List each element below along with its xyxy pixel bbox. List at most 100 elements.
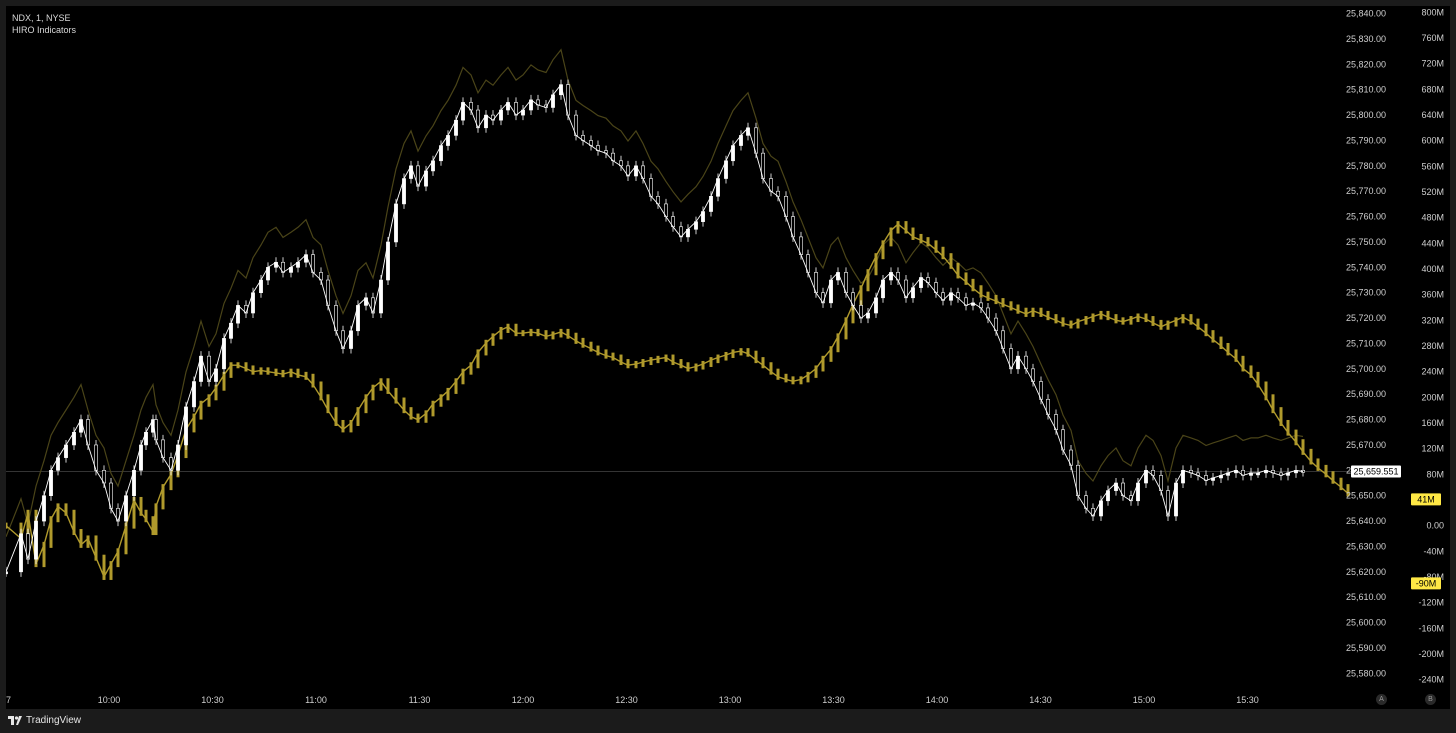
chart-svg[interactable]: 25,840.00 25,830.00 25,820.00 25,810.00 25,8…: [6, 6, 1450, 709]
hiro-bar: [514, 323, 518, 337]
hiro-bar: [581, 337, 585, 348]
price-candle: [6, 571, 8, 575]
last-price-badge-label: 25,659.551: [1353, 466, 1398, 476]
price-tick-label: 25,710.00: [1346, 338, 1386, 348]
price-tick-label: 25,670.00: [1346, 440, 1386, 450]
hiro-tick-label: 680M: [1421, 84, 1444, 94]
price-tick-label: 25,680.00: [1346, 415, 1386, 425]
hiro-bar: [1159, 319, 1163, 330]
hiro-bar: [1009, 301, 1013, 311]
price-tick-label: 25,830.00: [1346, 34, 1386, 44]
price-tick-label: 25,760.00: [1346, 212, 1386, 222]
price-tick-label: 25,690.00: [1346, 389, 1386, 399]
hiro-bar: [1144, 313, 1148, 323]
hiro-tick-label: -120M: [1418, 598, 1444, 608]
time-tick-label: 12:00: [512, 695, 535, 705]
hiro-bar: [724, 351, 728, 361]
time-tick-label: 14:30: [1029, 695, 1052, 705]
tradingview-brand[interactable]: TradingView: [8, 715, 81, 726]
hiro-tick-label: -160M: [1418, 623, 1444, 633]
hiro-tick-label: 240M: [1421, 367, 1444, 377]
time-tick-label: 10:30: [201, 695, 224, 705]
hiro-bar: [1129, 316, 1133, 325]
hiro-bar: [1031, 307, 1035, 317]
price-tick-label: 25,800.00: [1346, 110, 1386, 120]
hiro-shadow-line: [6, 48, 1304, 538]
scale-mode-button[interactable]: B: [1425, 694, 1436, 705]
hiro-bar: [251, 365, 255, 375]
hiro-tick-label: 280M: [1421, 341, 1444, 351]
price-tick-label: 25,700.00: [1346, 364, 1386, 374]
hiro-bar: [604, 349, 608, 359]
hiro-tick-label: 800M: [1421, 7, 1444, 17]
price-tick-label: 25,840.00: [1346, 9, 1386, 19]
hiro-tick-label: 760M: [1421, 33, 1444, 43]
hiro-tick-label: 520M: [1421, 187, 1444, 197]
symbol-label[interactable]: NDX, 1, NYSE: [12, 12, 71, 24]
hiro-tick-label: 80M: [1426, 469, 1444, 479]
hiro-bar: [244, 362, 248, 372]
hiro-bar: [994, 294, 998, 305]
time-tick-label: 7: [6, 695, 11, 705]
hiro-bar: [1091, 313, 1095, 323]
hiro-tick-label: -40M: [1423, 546, 1444, 556]
time-tick-label: 13:30: [822, 695, 845, 705]
tradingview-logo-icon: [8, 716, 22, 725]
hiro-tick-label: 440M: [1421, 238, 1444, 248]
hiro-bar: [709, 357, 713, 367]
hiro-bar: [1174, 317, 1178, 327]
chart-frame: 25,840.00 25,830.00 25,820.00 25,810.00 25,8…: [0, 0, 1456, 733]
hiro-tick-label: 200M: [1421, 392, 1444, 402]
hiro-bar: [1181, 314, 1185, 324]
price-tick-label: 25,810.00: [1346, 85, 1386, 95]
hiro-value-badge-label: -90M: [1416, 578, 1437, 588]
hiro-bar: [341, 419, 345, 433]
plot-area[interactable]: 25,840.00 25,830.00 25,820.00 25,810.00 25,8…: [6, 6, 1450, 709]
price-tick-label: 25,600.00: [1346, 618, 1386, 628]
hiro-tick-label: 160M: [1421, 418, 1444, 428]
hiro-bar: [1151, 316, 1155, 326]
price-tick-label: 25,620.00: [1346, 567, 1386, 577]
hiro-bar: [716, 354, 720, 364]
hiro-bar: [379, 378, 383, 391]
hiro-tick-label: 320M: [1421, 315, 1444, 325]
hiro-bar: [1076, 318, 1080, 329]
hiro-bar: [626, 359, 630, 369]
hiro-bar: [694, 363, 698, 372]
price-tick-label: 25,790.00: [1346, 135, 1386, 145]
indicator-label[interactable]: HIRO Indicators: [12, 24, 76, 36]
hiro-bar: [1046, 310, 1050, 321]
time-tick-label: 12:30: [615, 695, 638, 705]
hiro-bar: [686, 362, 690, 372]
time-tick-label: 11:00: [305, 695, 327, 705]
time-tick-label: 11:30: [409, 695, 431, 705]
hiro-bar: [1039, 307, 1043, 317]
hiro-bar: [566, 328, 570, 339]
price-tick-label: 25,630.00: [1346, 541, 1386, 551]
time-tick-label: 15:30: [1236, 695, 1259, 705]
hiro-bar: [1106, 310, 1110, 321]
time-tick-label: 15:00: [1133, 695, 1156, 705]
price-tick-label: 25,740.00: [1346, 262, 1386, 272]
price-tick-label: 25,780.00: [1346, 161, 1386, 171]
hiro-bar: [896, 221, 900, 234]
hiro-bar: [1054, 314, 1058, 324]
time-tick-label: 14:00: [926, 695, 949, 705]
hiro-tick-label: 120M: [1421, 444, 1444, 454]
hiro-bar: [986, 291, 990, 301]
footer: TradingView: [0, 709, 1456, 733]
hiro-bar: [1136, 313, 1140, 323]
hiro-bar: [296, 368, 300, 378]
time-tick-label: 13:00: [719, 695, 742, 705]
hiro-tick-label: 640M: [1421, 110, 1444, 120]
hiro-bar: [1016, 304, 1020, 314]
hiro-bar: [671, 354, 675, 366]
hiro-bar: [544, 330, 548, 340]
hiro-bar: [731, 349, 735, 358]
price-tick-label: 25,650.00: [1346, 491, 1386, 501]
brand-name: TradingView: [26, 715, 82, 726]
hiro-line: [6, 223, 1349, 579]
hiro-bar: [1024, 307, 1028, 317]
auto-scale-button[interactable]: A: [1376, 694, 1387, 705]
hiro-bar: [1061, 317, 1065, 327]
